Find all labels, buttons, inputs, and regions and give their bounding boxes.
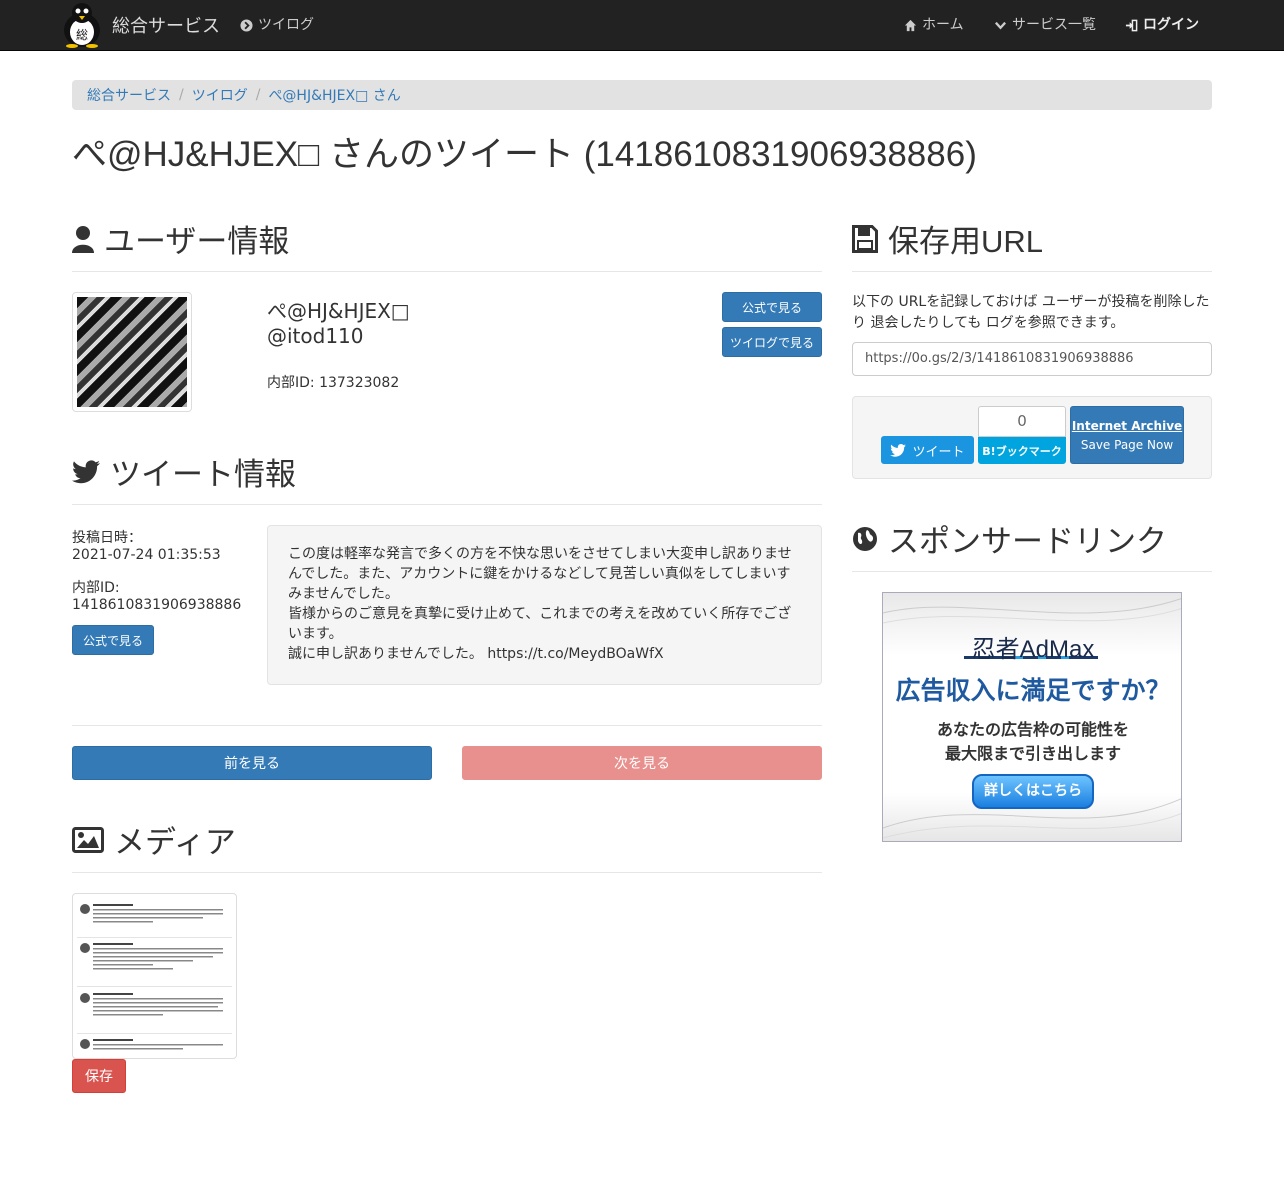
- ad-cta-button[interactable]: 詳しくはこちら: [972, 774, 1094, 809]
- nav-login[interactable]: ログイン: [1125, 0, 1199, 50]
- divider: [852, 571, 1212, 572]
- media-heading: メディア: [72, 817, 236, 862]
- twitter-icon: [890, 443, 907, 457]
- save-url-heading: 保存用URL: [852, 216, 1043, 261]
- page-title: ぺ@HJ&HJEX□ さんのツイート (1418610831906938886): [72, 135, 977, 174]
- sign-in-icon: [1125, 19, 1138, 31]
- chevron-circle-right-icon: [240, 18, 253, 32]
- nav-home-label: ホーム: [922, 17, 964, 33]
- archive-action: Save Page Now: [1080, 437, 1174, 452]
- sponsor-ad-banner[interactable]: 忍者AdMax 広告収入に満足ですか？ あなたの広告枠の可能性を 最大限まで引き…: [882, 592, 1182, 842]
- user-twilog-button[interactable]: ツイログで見る: [722, 327, 822, 357]
- tweet-screenshot-image: [77, 898, 232, 1054]
- brand-link[interactable]: 総 総合サービス: [60, 2, 220, 48]
- breadcrumb: 総合サービス / ツイログ / ぺ@HJ&HJEX□ さん: [72, 80, 1212, 110]
- tweet-share-button[interactable]: ツイート: [881, 436, 974, 464]
- divider: [72, 725, 822, 726]
- breadcrumb-item-home[interactable]: 総合サービス: [87, 85, 171, 105]
- nav-login-label: ログイン: [1143, 17, 1199, 33]
- sponsor-heading: スポンサードリンク: [852, 516, 1167, 561]
- next-button[interactable]: 次を見る: [462, 746, 822, 780]
- nav-home[interactable]: ホーム: [904, 0, 964, 50]
- ad-brand: 忍者AdMax: [971, 636, 1095, 663]
- ad-headline: 広告収入に満足ですか？: [895, 676, 1171, 705]
- posted-label: 投稿日時：: [72, 530, 142, 546]
- penguin-logo-icon: 総: [64, 3, 100, 48]
- globe-icon: [853, 526, 877, 551]
- top-navbar: 総 総合サービス ツイログ ホーム サービス一覧 ログイン: [0, 0, 1284, 51]
- nav-services-label: サービス一覧: [1012, 17, 1096, 33]
- bookmark-count: 0: [978, 406, 1066, 437]
- breadcrumb-item-twilog[interactable]: ツイログ: [192, 85, 248, 105]
- divider: [72, 271, 822, 272]
- tweet-id-label: 内部ID:: [72, 580, 120, 596]
- home-icon: [904, 19, 917, 31]
- floppy-disk-icon: [852, 224, 878, 253]
- divider: [852, 271, 1212, 272]
- user-official-button[interactable]: 公式で見る: [722, 292, 822, 322]
- nav-services[interactable]: サービス一覧: [994, 0, 1096, 50]
- user-screen-name: @itod110: [267, 324, 364, 348]
- archive-title: Internet Archive: [1071, 418, 1183, 433]
- svg-text:総: 総: [76, 28, 88, 42]
- tweet-id-value: 1418610831906938886: [72, 597, 242, 613]
- user-internal-id: 内部ID: 137323082: [267, 375, 400, 391]
- media-thumbnail[interactable]: [72, 893, 237, 1059]
- internet-archive-button[interactable]: Internet Archive Save Page Now: [1070, 406, 1184, 464]
- user-display-name: ぺ@HJ&HJEX□: [267, 299, 410, 323]
- save-media-button[interactable]: 保存: [72, 1059, 126, 1093]
- brand-name: 総合サービス: [112, 16, 220, 37]
- posted-value: 2021-07-24 01:35:53: [72, 547, 221, 563]
- breadcrumb-separator: /: [255, 87, 261, 103]
- twitter-icon: [72, 459, 100, 483]
- save-url-description: 以下の URLを記録しておけば ユーザーが投稿を削除したり 退会したりしても ロ…: [852, 294, 1210, 331]
- prev-button[interactable]: 前を見る: [72, 746, 432, 780]
- breadcrumb-item-user[interactable]: ぺ@HJ&HJEX□ さん: [268, 85, 400, 105]
- nav-twilog[interactable]: ツイログ: [240, 0, 314, 50]
- divider: [72, 872, 822, 873]
- nav-twilog-label: ツイログ: [258, 17, 314, 33]
- chevron-down-icon: [994, 21, 1007, 30]
- divider: [72, 504, 822, 505]
- breadcrumb-separator: /: [179, 87, 184, 103]
- tweet-info-heading: ツイート情報: [72, 449, 296, 494]
- ad-line-2: 最大限まで引き出します: [944, 744, 1121, 763]
- user-info-heading: ユーザー情報: [72, 216, 289, 261]
- save-url-field[interactable]: https://0o.gs/2/3/1418610831906938886: [852, 342, 1212, 376]
- tweet-official-button[interactable]: 公式で見る: [72, 625, 154, 655]
- hatena-bookmark-button[interactable]: B!ブックマーク: [978, 437, 1066, 464]
- user-icon: [72, 225, 94, 253]
- ad-line-1: あなたの広告枠の可能性を: [936, 720, 1129, 739]
- tweet-text: この度は軽率な発言で多くの方を不快な思いをさせてしまい大変申し訳ありませんでした…: [267, 525, 822, 685]
- avatar: [72, 292, 192, 412]
- image-icon: [72, 826, 104, 853]
